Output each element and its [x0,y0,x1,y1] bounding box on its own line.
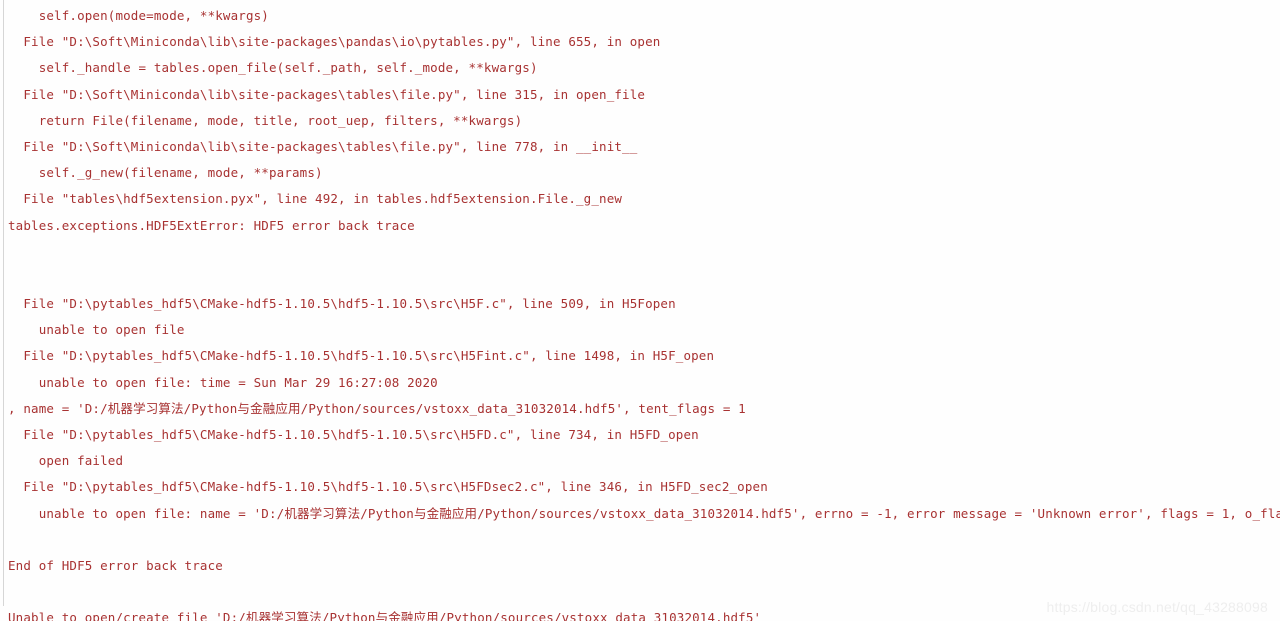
traceback-line: File "D:\pytables_hdf5\CMake-hdf5-1.10.5… [8,296,676,312]
traceback-line: , name = 'D:/机器学习算法/Python与金融应用/Python/s… [8,400,746,416]
traceback-line: self.open(mode=mode, **kwargs) [8,8,269,23]
traceback-line: End of HDF5 error back trace [8,557,223,573]
traceback-line: File "D:\pytables_hdf5\CMake-hdf5-1.10.5… [8,427,699,442]
csdn-watermark: https://blog.csdn.net/qq_43288098 [1046,599,1268,615]
traceback-line: unable to open file: time = Sun Mar 29 1… [8,374,438,390]
traceback-line: File "D:\pytables_hdf5\CMake-hdf5-1.10.5… [8,479,768,495]
traceback-line: self._handle = tables.open_file(self._pa… [8,60,538,76]
traceback-console[interactable]: self.open(mode=mode, **kwargs) File "D:\… [0,0,1280,621]
traceback-line: return File(filename, mode, title, root_… [8,112,523,128]
traceback-line: File "D:\Soft\Miniconda\lib\site-package… [8,138,638,154]
console-output-screen: self.open(mode=mode, **kwargs) File "D:\… [0,0,1280,621]
traceback-line: File "D:\Soft\Miniconda\lib\site-package… [8,86,646,102]
traceback-line: unable to open file: name = 'D:/机器学习算法/P… [8,505,1280,521]
traceback-line: open failed [8,453,124,469]
traceback-line [0,239,1280,265]
traceback-line [0,527,1280,553]
traceback-line: unable to open file [8,322,185,338]
traceback-line: File "D:\pytables_hdf5\CMake-hdf5-1.10.5… [8,348,715,364]
traceback-line: tables.exceptions.HDF5ExtError: HDF5 err… [8,217,415,233]
traceback-line: File "D:\Soft\Miniconda\lib\site-package… [8,34,661,50]
traceback-line: self._g_new(filename, mode, **params) [8,165,323,181]
traceback-line [0,265,1280,291]
traceback-line: File "tables\hdf5extension.pyx", line 49… [8,191,623,207]
